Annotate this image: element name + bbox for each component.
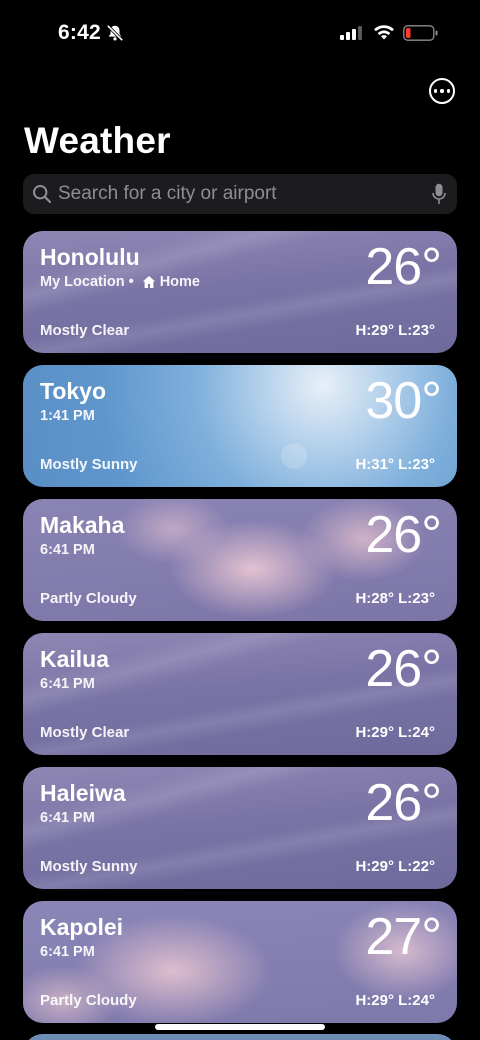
home-indicator[interactable] bbox=[155, 1024, 325, 1030]
city-local-time: 6:41 PM bbox=[40, 944, 95, 960]
city-card-haleiwa[interactable]: Haleiwa 6:41 PM 26° Mostly Sunny H:29° L… bbox=[23, 767, 457, 889]
city-condition: Mostly Sunny bbox=[40, 858, 138, 875]
search-bar[interactable] bbox=[23, 174, 457, 214]
search-icon bbox=[33, 185, 52, 204]
city-high-low: H:29° L:24° bbox=[355, 992, 435, 1009]
home-icon bbox=[142, 276, 155, 288]
city-condition: Mostly Sunny bbox=[40, 456, 138, 473]
city-temperature: 26° bbox=[365, 774, 442, 832]
city-name: Honolulu bbox=[40, 244, 140, 270]
city-local-time: 1:41 PM bbox=[40, 408, 95, 424]
city-temperature: 26° bbox=[365, 506, 442, 564]
city-local-time: 6:41 PM bbox=[40, 810, 95, 826]
city-condition: Partly Cloudy bbox=[40, 590, 137, 607]
city-temperature: 26° bbox=[365, 238, 442, 296]
city-temperature: 26° bbox=[365, 640, 442, 698]
city-temperature: 30° bbox=[365, 372, 442, 430]
city-card-honolulu[interactable]: Honolulu My Location • Home 26° Mostly C… bbox=[23, 231, 457, 353]
city-card-tokyo[interactable]: Tokyo 1:41 PM 30° Mostly Sunny H:31° L:2… bbox=[23, 365, 457, 487]
ellipsis-circle-icon bbox=[433, 89, 438, 93]
city-local-time: 6:41 PM bbox=[40, 542, 95, 558]
city-high-low: H:31° L:23° bbox=[355, 456, 435, 473]
cellular-signal-icon bbox=[340, 26, 362, 40]
microphone-icon[interactable] bbox=[432, 183, 446, 205]
city-high-low: H:28° L:23° bbox=[355, 590, 435, 607]
city-subtitle: My Location • Home bbox=[40, 274, 200, 290]
home-label: Home bbox=[159, 274, 200, 290]
bell-slash-icon bbox=[106, 24, 124, 42]
city-card-makaha[interactable]: Makaha 6:41 PM 26° Partly Cloudy H:28° L… bbox=[23, 499, 457, 621]
city-condition: Mostly Clear bbox=[40, 322, 130, 339]
city-name: Makaha bbox=[40, 512, 125, 538]
city-name: Kailua bbox=[40, 646, 110, 672]
search-input[interactable] bbox=[58, 174, 418, 214]
city-local-time: 6:41 PM bbox=[40, 676, 95, 692]
city-temperature: 27° bbox=[365, 908, 442, 966]
wifi-icon bbox=[374, 25, 394, 40]
city-condition: Mostly Clear bbox=[40, 724, 130, 741]
city-condition: Partly Cloudy bbox=[40, 992, 137, 1009]
city-name: Kapolei bbox=[40, 914, 124, 940]
city-card-kailua[interactable]: Kailua 6:41 PM 26° Mostly Clear H:29° L:… bbox=[23, 633, 457, 755]
battery-low-icon bbox=[403, 25, 438, 41]
city-high-low: H:29° L:24° bbox=[355, 724, 435, 741]
status-time: 6:42 bbox=[58, 21, 101, 44]
city-list: Honolulu My Location • Home 26° Mostly C… bbox=[23, 231, 457, 1035]
city-high-low: H:29° L:23° bbox=[355, 322, 435, 339]
status-bar: 6:42 bbox=[0, 0, 480, 66]
page-title: Weather bbox=[24, 120, 171, 161]
city-card-partial[interactable] bbox=[23, 1034, 457, 1040]
city-high-low: H:29° L:22° bbox=[355, 858, 435, 875]
city-name: Haleiwa bbox=[40, 780, 126, 806]
location-label: My Location • bbox=[40, 274, 134, 290]
city-name: Tokyo bbox=[40, 378, 107, 404]
more-options-button[interactable] bbox=[429, 78, 455, 104]
city-card-kapolei[interactable]: Kapolei 6:41 PM 27° Partly Cloudy H:29° … bbox=[23, 901, 457, 1023]
